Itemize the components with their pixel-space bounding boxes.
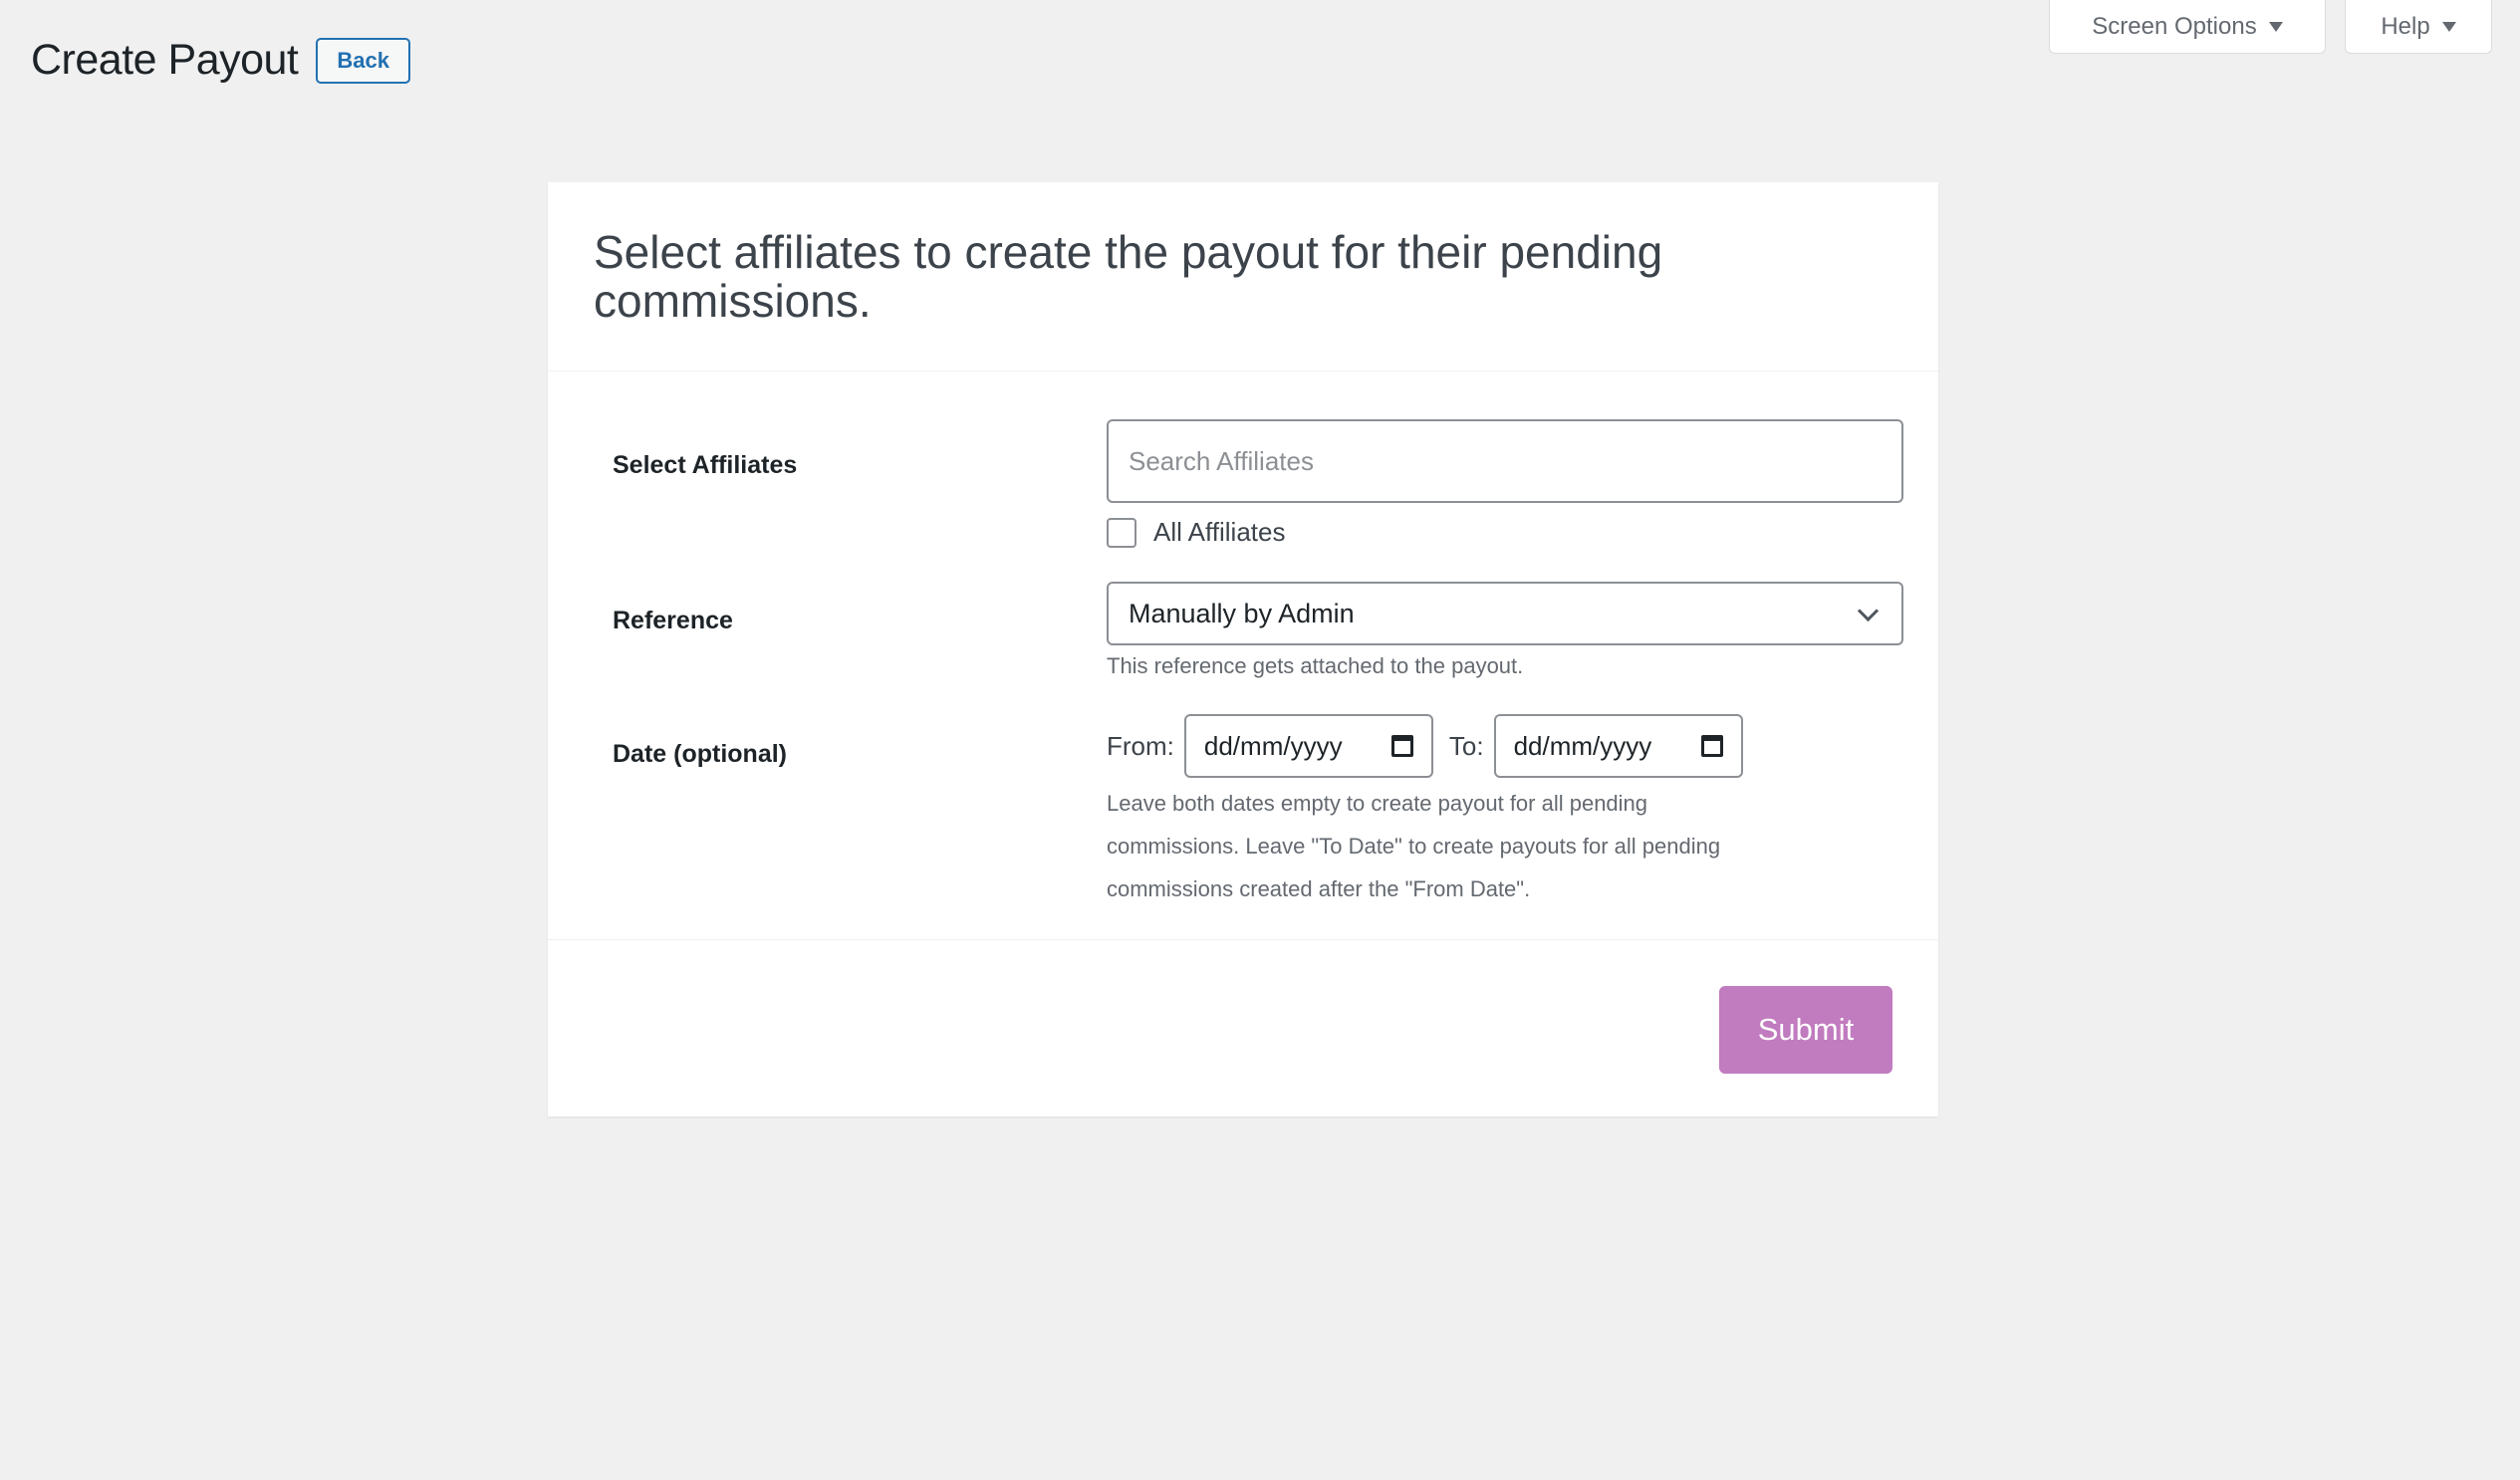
date-description-line: commissions created after the "From Date… (1107, 876, 1531, 901)
to-date-value: dd/mm/yyyy (1513, 730, 1652, 761)
calendar-icon[interactable] (1390, 735, 1413, 757)
date-field: From: dd/mm/yyyy To: dd/mm/yyyy Leave bo… (1107, 714, 1903, 910)
help-tab[interactable]: Help (2345, 0, 2492, 54)
caret-down-icon (2441, 21, 2456, 32)
select-affiliates-field: All Affiliates (1107, 419, 1903, 548)
create-payout-card: Select affiliates to create the payout f… (548, 182, 1938, 1116)
screen-options-label: Screen Options (2092, 12, 2257, 40)
screen-meta-links: Screen Options Help (2049, 0, 2492, 54)
back-button[interactable]: Back (316, 37, 410, 84)
date-description-line: commissions. Leave "To Date" to create p… (1107, 834, 1721, 859)
caret-down-icon (2268, 21, 2283, 32)
from-label: From: (1107, 730, 1174, 761)
all-affiliates-label: All Affiliates (1153, 517, 1286, 547)
screen-options-tab[interactable]: Screen Options (2049, 0, 2326, 54)
date-description: Leave both dates empty to create payout … (1107, 782, 1903, 910)
card-header: Select affiliates to create the payout f… (548, 182, 1938, 371)
page: Screen Options Help Create Payout Back S… (0, 0, 2520, 1480)
all-affiliates-option: All Affiliates (1107, 517, 1903, 548)
select-affiliates-label: Select Affiliates (613, 451, 798, 479)
page-title: Create Payout (31, 36, 299, 84)
from-date-value: dd/mm/yyyy (1203, 730, 1343, 761)
search-affiliates-input[interactable] (1107, 419, 1903, 503)
date-label: Date (optional) (613, 740, 787, 768)
submit-button[interactable]: Submit (1719, 986, 1892, 1074)
all-affiliates-checkbox[interactable] (1107, 517, 1136, 548)
from-date-input[interactable]: dd/mm/yyyy (1183, 714, 1433, 778)
date-description-line: Leave both dates empty to create payout … (1107, 791, 1648, 816)
reference-label: Reference (613, 607, 733, 634)
reference-description: This reference gets attached to the payo… (1107, 653, 1524, 678)
to-label: To: (1448, 730, 1484, 761)
reference-select[interactable]: Manually by Admin (1107, 582, 1903, 645)
page-header: Create Payout Back (31, 36, 410, 85)
card-heading: Select affiliates to create the payout f… (594, 226, 1663, 327)
reference-field: Manually by Admin This reference gets at… (1107, 582, 1903, 687)
date-range: From: dd/mm/yyyy To: dd/mm/yyyy (1107, 714, 1903, 778)
calendar-icon[interactable] (1700, 735, 1723, 757)
reference-selected-value: Manually by Admin (1129, 598, 1355, 628)
help-label: Help (2381, 12, 2430, 40)
to-date-input[interactable]: dd/mm/yyyy (1493, 714, 1743, 778)
card-footer: Submit (548, 939, 1938, 1116)
chevron-down-icon (1857, 600, 1880, 621)
